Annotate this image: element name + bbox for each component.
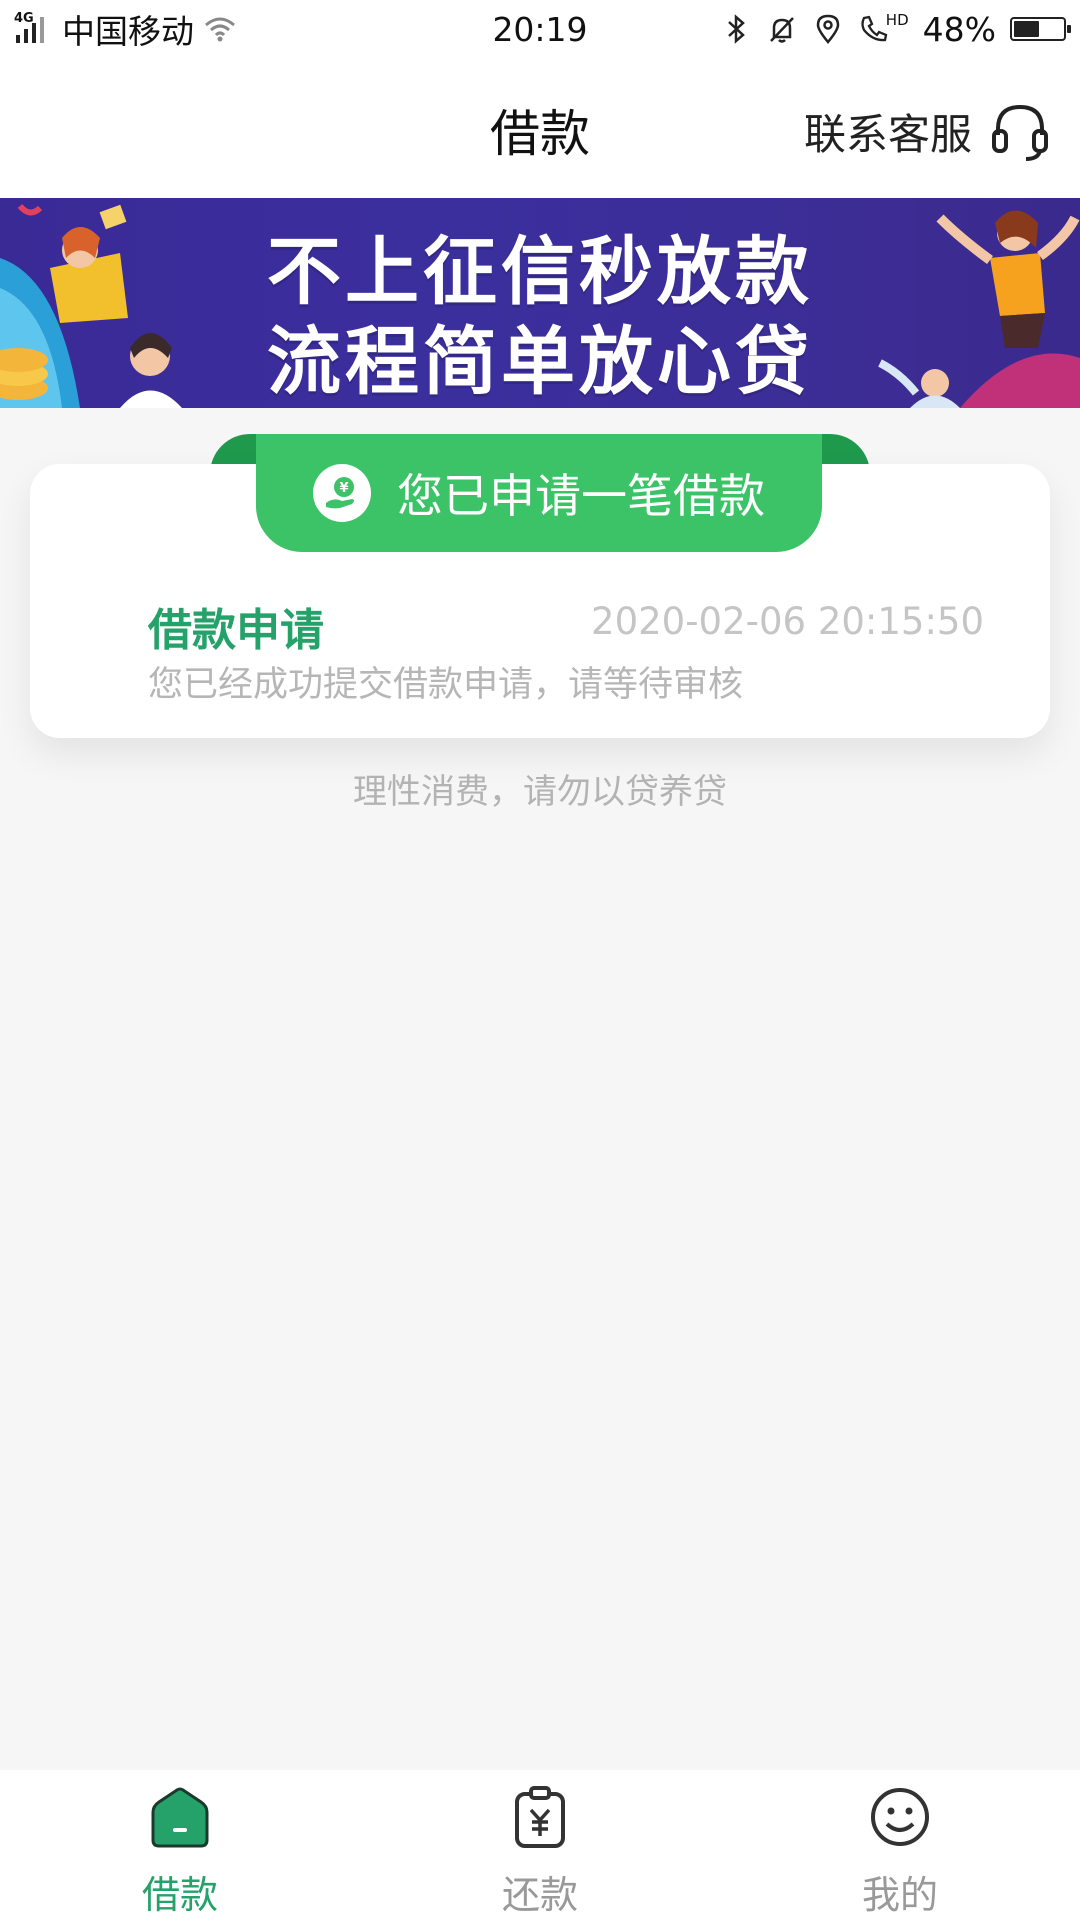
hd-call-icon: HD	[858, 11, 909, 45]
tab-loan-label: 借款	[141, 1873, 218, 1917]
wifi-icon	[205, 17, 235, 42]
promo-banner[interactable]: 不上征信秒放款 流程简单放心贷	[0, 198, 1080, 408]
svg-text:¥: ¥	[339, 481, 348, 496]
mute-bell-icon	[769, 17, 794, 43]
repay-clipboard-icon	[515, 1786, 565, 1848]
battery-level	[1014, 21, 1039, 37]
location-icon	[816, 14, 840, 44]
contact-support-label: 联系客服	[803, 109, 972, 159]
status-bar-right: HD 48%	[686, 9, 1071, 49]
responsible-borrowing-note: 理性消费，请勿以贷养贷	[353, 772, 727, 812]
bluetooth-icon	[727, 14, 745, 44]
loan-application-title: 借款申请	[148, 605, 324, 656]
battery-icon	[1010, 17, 1071, 41]
headset-icon	[992, 104, 1048, 161]
tab-mine-label: 我的	[861, 1873, 938, 1917]
loan-hand-icon: ¥	[313, 464, 371, 522]
loan-application-desc: 您已经成功提交借款申请，请等待审核	[148, 665, 744, 705]
home-icon	[151, 1787, 209, 1848]
banner-headline-2: 流程简单放心贷	[267, 319, 813, 405]
bottom-tab-bar: 借款 还款 我的	[0, 1770, 1080, 1920]
network-type: 4G	[14, 11, 34, 26]
carrier-name: 中国移动	[62, 12, 194, 51]
application-status-pill: ¥ 您已申请一笔借款	[256, 434, 822, 552]
loan-application-time: 2020-02-06 20:15:50	[591, 600, 984, 643]
signal-icon: 4G	[14, 11, 54, 45]
tab-repay-label: 还款	[501, 1873, 578, 1917]
application-status-text: 您已申请一笔借款	[397, 469, 765, 523]
status-bar: 4G 中国移动 20:19 HD 48%	[0, 0, 1080, 58]
battery-percent: 48%	[922, 9, 996, 49]
tab-loan[interactable]: 借款	[0, 1770, 360, 1920]
nav-header: 借款 联系客服	[0, 58, 1080, 198]
tab-mine[interactable]: 我的	[720, 1770, 1080, 1920]
contact-support-button[interactable]: 联系客服	[804, 94, 1052, 168]
status-bar-left: 4G 中国移动	[14, 5, 394, 53]
smile-icon	[871, 1788, 929, 1846]
clock: 20:19	[492, 9, 588, 49]
hd-label: HD	[885, 11, 909, 29]
tab-repay[interactable]: 还款	[360, 1770, 720, 1920]
